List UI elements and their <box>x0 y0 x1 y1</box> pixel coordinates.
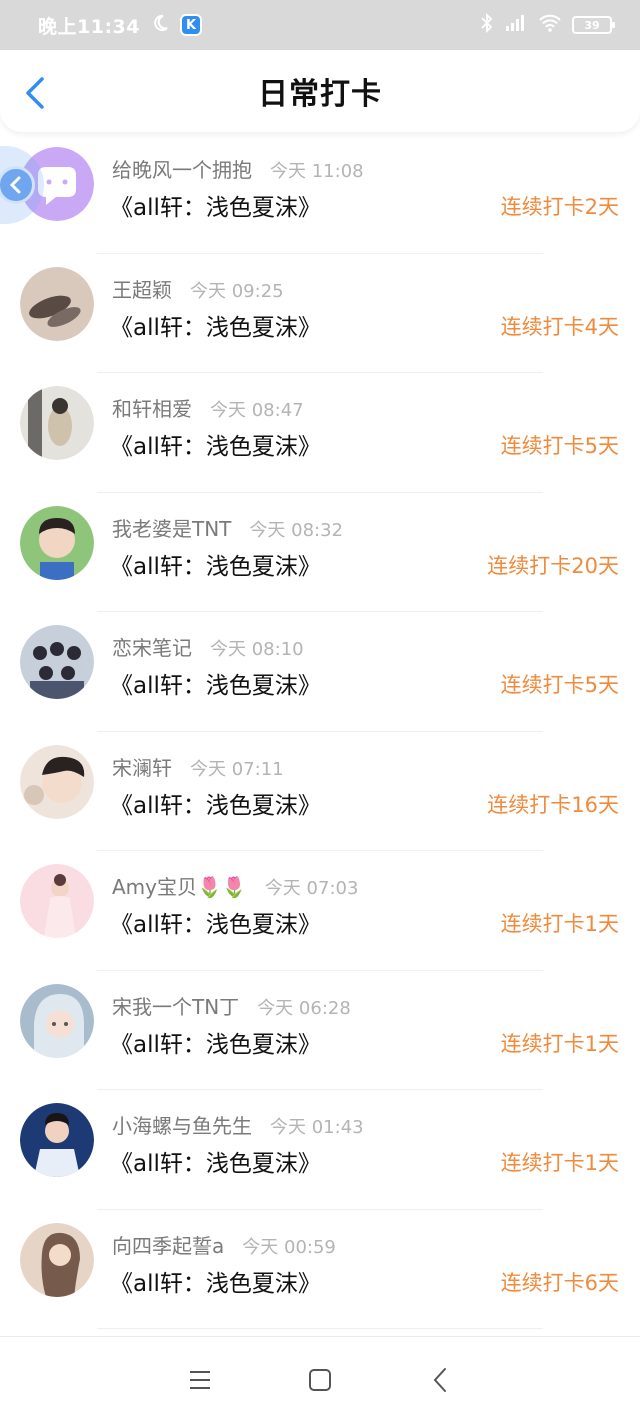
page-title: 日常打卡 <box>258 77 382 112</box>
avatar[interactable] <box>20 505 94 580</box>
name-line: 王超颖 今天 09:25 <box>112 274 284 303</box>
nickname[interactable]: 小海螺与鱼先生 <box>112 1110 252 1139</box>
streak-label: 连续打卡4天 <box>500 314 619 339</box>
nickname[interactable]: 宋我一个TN丁 <box>112 991 239 1020</box>
avatar[interactable] <box>20 1103 94 1177</box>
status-bar: 晚上11:34 K 39 <box>0 0 640 50</box>
list-item[interactable]: 宋我一个TN丁 今天 06:28 《all轩：浅色夏沫》 连续打卡1天 <box>0 971 640 1090</box>
list-item[interactable]: 小海螺与鱼先生 今天 01:43 《all轩：浅色夏沫》 连续打卡1天 <box>0 1090 640 1210</box>
nickname[interactable]: 向四季起誓a <box>112 1230 224 1259</box>
list-item[interactable]: Amy宝贝🌷🌷 今天 07:03 《all轩：浅色夏沫》 连续打卡1天 <box>0 851 640 971</box>
checkin-time: 今天 08:47 <box>210 400 304 421</box>
avatar[interactable] <box>20 983 94 1058</box>
book-title[interactable]: 《all轩：浅色夏沫》 <box>110 1025 321 1059</box>
book-title[interactable]: 《all轩：浅色夏沫》 <box>110 666 321 700</box>
checkin-time: 今天 09:25 <box>190 280 284 302</box>
nickname[interactable]: 恋宋笔记 <box>112 632 192 661</box>
book-title[interactable]: 《all轩：浅色夏沫》 <box>110 547 321 581</box>
system-back-button[interactable] <box>420 1360 460 1400</box>
checkin-time: 今天 08:32 <box>249 519 344 541</box>
avatar[interactable] <box>20 386 94 460</box>
menu-icon <box>190 1370 210 1389</box>
home-button[interactable] <box>300 1360 340 1400</box>
nickname[interactable]: 和轩相爱 <box>112 393 192 422</box>
name-line: 给晚风一个拥抱 今天 11:08 <box>112 154 364 183</box>
list-item[interactable]: 宋澜轩 今天 07:11 《all轩：浅色夏沫》 连续打卡16天 <box>0 732 640 851</box>
avatar[interactable] <box>20 744 94 819</box>
back-button[interactable] <box>20 76 50 110</box>
streak-label: 连续打卡2天 <box>500 195 619 219</box>
book-title[interactable]: 《all轩：浅色夏沫》 <box>110 1264 321 1298</box>
bluetooth-icon <box>480 12 494 37</box>
name-line: 和轩相爱 今天 08:47 <box>112 393 304 422</box>
list-item[interactable]: 我老婆是TNT 今天 08:32 《all轩：浅色夏沫》 连续打卡20天 <box>0 493 640 612</box>
nickname[interactable]: Amy宝贝🌷🌷 <box>112 871 247 900</box>
name-line: 小海螺与鱼先生 今天 01:43 <box>112 1110 364 1139</box>
avatar[interactable] <box>20 1222 94 1297</box>
book-title[interactable]: 《all轩：浅色夏沫》 <box>110 786 321 820</box>
streak-label: 连续打卡5天 <box>500 673 619 697</box>
avatar[interactable] <box>20 625 94 699</box>
header: 日常打卡 <box>0 50 640 132</box>
checkin-time: 今天 11:08 <box>270 161 364 182</box>
divider <box>97 1328 543 1329</box>
checkin-time: 今天 06:28 <box>257 997 351 1019</box>
checkin-time: 今天 07:11 <box>190 758 284 780</box>
menu-button[interactable] <box>180 1360 220 1400</box>
streak-label: 连续打卡5天 <box>500 434 619 458</box>
checkin-list: 给晚风一个拥抱 今天 11:08 《all轩：浅色夏沫》 连续打卡2天 王超颖 … <box>0 134 640 1329</box>
moon-icon <box>150 13 170 37</box>
name-line: Amy宝贝🌷🌷 今天 07:03 <box>112 871 358 900</box>
system-nav-bar <box>0 1336 640 1422</box>
app-notification-icon: K <box>179 14 202 36</box>
checkin-time: 今天 01:43 <box>270 1117 364 1138</box>
book-title[interactable]: 《all轩：浅色夏沫》 <box>110 188 321 222</box>
nickname[interactable]: 我老婆是TNT <box>112 513 231 542</box>
checkin-time: 今天 07:03 <box>264 878 359 899</box>
name-line: 恋宋笔记 今天 08:10 <box>112 632 304 661</box>
list-item[interactable]: 王超颖 今天 09:25 《all轩：浅色夏沫》 连续打卡4天 <box>0 254 640 373</box>
signal-icon <box>504 13 528 37</box>
home-square-icon <box>309 1368 331 1391</box>
chevron-left-icon <box>433 1367 446 1392</box>
list-item[interactable]: 给晚风一个拥抱 今天 11:08 《all轩：浅色夏沫》 连续打卡2天 <box>0 134 640 254</box>
chevron-left-icon <box>26 77 44 109</box>
name-line: 宋我一个TN丁 今天 06:28 <box>112 991 351 1020</box>
list-item[interactable]: 恋宋笔记 今天 08:10 《all轩：浅色夏沫》 连续打卡5天 <box>0 612 640 732</box>
name-line: 我老婆是TNT 今天 08:32 <box>112 513 343 542</box>
streak-label: 连续打卡1天 <box>500 912 619 936</box>
name-line: 向四季起誓a 今天 00:59 <box>112 1230 336 1259</box>
streak-label: 连续打卡1天 <box>500 1151 619 1175</box>
avatar[interactable] <box>20 266 94 341</box>
battery-icon: 39 <box>572 16 615 34</box>
streak-label: 连续打卡6天 <box>500 1270 619 1295</box>
assistant-icon <box>0 166 35 204</box>
nickname[interactable]: 给晚风一个拥抱 <box>112 154 252 183</box>
book-title[interactable]: 《all轩：浅色夏沫》 <box>110 427 321 461</box>
streak-label: 连续打卡20天 <box>487 553 619 578</box>
list-item[interactable]: 向四季起誓a 今天 00:59 《all轩：浅色夏沫》 连续打卡6天 <box>0 1210 640 1329</box>
list-item[interactable]: 和轩相爱 今天 08:47 《all轩：浅色夏沫》 连续打卡5天 <box>0 373 640 493</box>
status-right: 39 <box>480 12 615 37</box>
checkin-time: 今天 00:59 <box>242 1236 336 1258</box>
checkin-time: 今天 08:10 <box>210 639 304 660</box>
streak-label: 连续打卡16天 <box>487 792 619 817</box>
status-time: 晚上11:34 <box>38 15 140 38</box>
nickname[interactable]: 王超颖 <box>112 274 172 303</box>
wifi-icon <box>538 13 562 37</box>
book-title[interactable]: 《all轩：浅色夏沫》 <box>110 905 321 939</box>
streak-label: 连续打卡1天 <box>500 1031 619 1056</box>
book-title[interactable]: 《all轩：浅色夏沫》 <box>110 1144 321 1178</box>
nickname[interactable]: 宋澜轩 <box>112 752 172 781</box>
name-line: 宋澜轩 今天 07:11 <box>112 752 284 781</box>
avatar[interactable] <box>20 864 94 938</box>
book-title[interactable]: 《all轩：浅色夏沫》 <box>110 308 321 342</box>
status-left: 晚上11:34 K <box>38 12 202 39</box>
